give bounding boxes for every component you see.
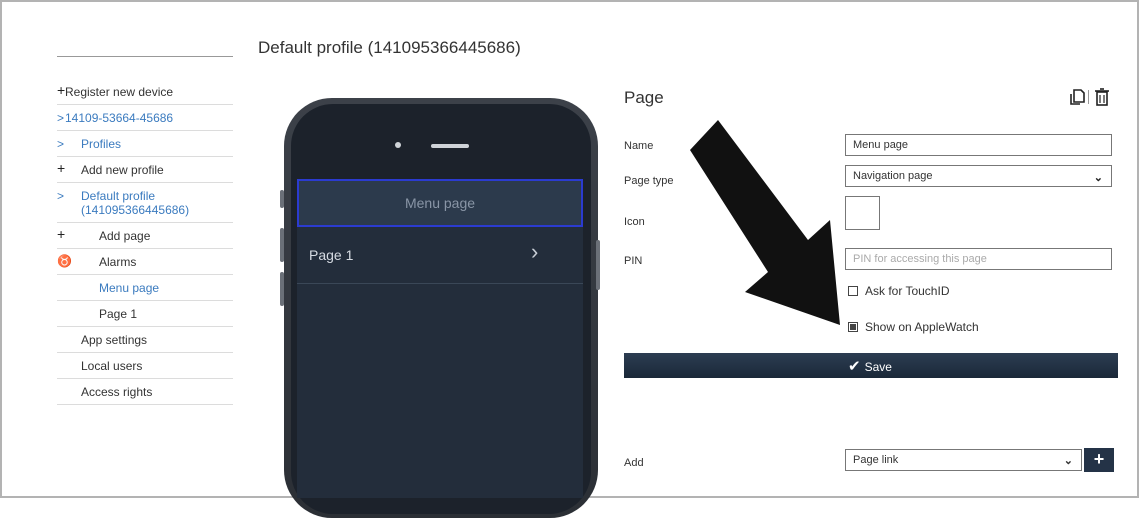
save-button-label: Save [864,360,892,374]
name-label: Name [624,140,654,152]
sidebar-item-label: App settings [81,333,148,347]
sidebar-item[interactable]: App settings [57,327,233,353]
phone-power-button [596,240,600,290]
copy-icon[interactable] [1068,88,1086,106]
chevron-right-icon: > [57,137,65,151]
sidebar-item[interactable]: > Default profile (141095366445686) [57,183,233,223]
chevron-down-icon: ⌄ [1063,455,1073,467]
phone-volume-down [280,272,284,306]
add-label: Add [624,457,644,469]
pin-label: PIN [624,255,643,267]
sidebar-item-label: Default profile (141095366445686) [81,189,190,217]
phone-mute-switch [280,190,284,208]
sidebar-list: + Register new device >14109-53664-45686 > P… [57,79,233,405]
pin-field[interactable]: PIN for accessing this page [845,248,1112,270]
page-type-select[interactable]: Navigation page ⌄ [845,165,1112,187]
sidebar-item-label: Local users [81,359,143,373]
profile-title: Default profile (141095366445686) [258,38,521,57]
sidebar-item[interactable]: + Register new device [57,79,233,105]
icon-separator [1088,90,1089,104]
add-type-select[interactable]: Page link ⌄ [845,449,1082,471]
touchid-label: Ask for TouchID [865,284,950,298]
save-button-content: ✔ Save [848,357,892,375]
chevron-down-icon: ⌄ [1093,172,1103,184]
plus-icon: + [57,82,66,98]
sidebar-item[interactable]: + Add page [57,223,233,249]
sidebar-item-label: 14109-53664-45686 [65,111,174,125]
trash-icon[interactable] [1094,88,1110,106]
chevron-right-icon: › [531,239,539,264]
sidebar-item-label: Menu page [99,281,160,295]
sidebar-item-label: Register new device [65,85,174,99]
annotation-arrow [690,120,840,325]
sidebar-item-label: Alarms [99,255,137,269]
checkmark-icon: ✔ [848,358,861,375]
phone-row-label: Page 1 [309,247,354,263]
plus-icon: + [57,160,66,176]
sidebar-item[interactable]: > Profiles [57,131,233,157]
plus-icon: + [1093,449,1105,469]
sidebar-item[interactable]: Local users [57,353,233,379]
plus-icon: + [57,226,66,242]
camera-icon [395,142,401,148]
save-button[interactable]: ✔ Save [624,353,1118,378]
sidebar: + Register new device >14109-53664-45686 > P… [57,56,233,405]
panel-title: Page [624,88,664,107]
sidebar-item-label: Page 1 [99,307,138,321]
sidebar-item-label: Add page [99,229,151,243]
sidebar-item[interactable]: + Add new profile [57,157,233,183]
sidebar-item[interactable]: ♉ Alarms [57,249,233,275]
add-button[interactable]: + [1084,448,1114,472]
icon-label: Icon [624,216,645,228]
phone-screen: Menu page Page 1 › [297,179,583,498]
sidebar-item-label: Access rights [81,385,153,399]
sidebar-item[interactable]: Access rights [57,379,233,405]
applewatch-label: Show on AppleWatch [865,320,979,334]
add-type-value: Page link [853,454,899,466]
alarm-icon: ♉ [57,254,72,268]
sidebar-item[interactable]: Page 1 [57,301,233,327]
name-field[interactable]: Menu page [845,134,1112,156]
phone-volume-up [280,228,284,262]
chevron-right-icon: > [57,111,65,125]
sidebar-divider [57,56,233,57]
page-type-label: Page type [624,175,674,187]
phone-page-row[interactable]: Page 1 › [297,237,583,284]
chevron-right-icon: > [57,189,65,203]
sidebar-item-label: Profiles [81,137,122,151]
speaker-icon [431,144,469,148]
sidebar-item-label: Add new profile [81,163,164,177]
phone-menu-header[interactable]: Menu page [297,179,583,227]
sidebar-item[interactable]: Menu page [57,275,233,301]
sidebar-item[interactable]: >14109-53664-45686 [57,105,233,131]
